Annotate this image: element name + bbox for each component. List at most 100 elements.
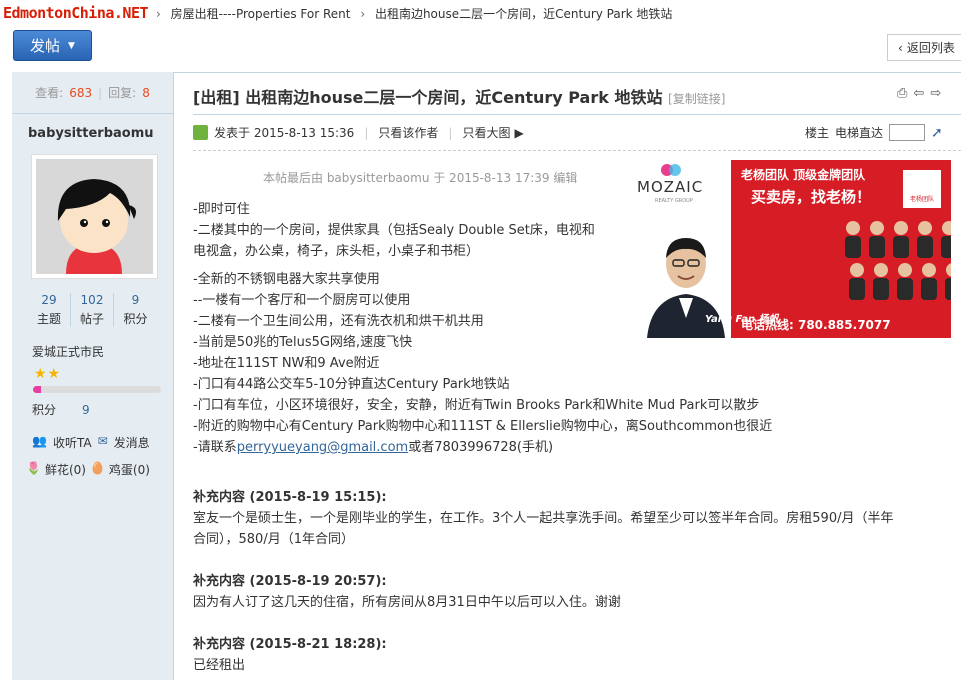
next-thread-icon[interactable]: ⇨ xyxy=(930,86,941,101)
site-logo[interactable]: EdmontonChina.NET xyxy=(3,4,149,22)
flowers-button[interactable]: 鲜花(0) xyxy=(45,461,86,478)
avatar-cartoon-icon xyxy=(36,159,153,274)
post-line: -二楼其中的一个房间，提供家具（包括Sealy Double Set床，电视和 xyxy=(193,223,595,238)
send-message-button[interactable]: 发消息 xyxy=(114,434,150,451)
author-credit: 积分 9 xyxy=(12,401,173,418)
author-actions: 👥 收听TA ✉ 发消息 xyxy=(12,434,173,451)
post-meta: 发表于 2015-8-13 15:36 | 只看该作者 | 只看大图 ▶ xyxy=(193,124,524,141)
views-count: 683 xyxy=(69,85,93,100)
supplement-header: 补充内容 (2015-8-19 20:57): xyxy=(193,574,387,589)
replies-label: 回复: xyxy=(108,86,137,100)
author-sidebar: 查看: 683 | 回复: 8 babysitterbaomu 29 主题 10… xyxy=(12,72,174,680)
posted-at: 发表于 2015-8-13 15:36 xyxy=(214,126,355,140)
stat-value: 29 xyxy=(41,293,57,307)
online-status-icon xyxy=(193,125,208,140)
breadcrumb-thread[interactable]: 出租南边house二层一个房间，近Century Park 地铁站 xyxy=(375,7,672,21)
floor-nav: 楼主 电梯直达 ➚ xyxy=(805,124,943,141)
message-icon: ✉ xyxy=(97,434,108,448)
previous-thread-icon[interactable]: ⇦ xyxy=(913,86,924,101)
post-body: -即时可住 -二楼其中的一个房间，提供家具（包括Sealy Double Set… xyxy=(193,199,773,458)
new-post-label: 发帖 xyxy=(30,37,61,55)
big-image-link[interactable]: 只看大图 xyxy=(462,124,510,141)
replies-count: 8 xyxy=(142,85,150,100)
supplement-header: 补充内容 (2015-8-19 15:15): xyxy=(193,490,387,505)
ad-brand-sub: REALTY GROUP xyxy=(655,198,693,204)
post-title-row: [出租] 出租南边house二层一个房间，近Century Park 地铁站 [… xyxy=(193,84,725,108)
author-stat-posts[interactable]: 102 帖子 xyxy=(71,293,114,327)
contact-email-link[interactable]: perryyueyang@gmail.com xyxy=(237,440,409,455)
supplement-text: 因为有人订了这几天的住宿，所有房间从8月31日中午以后可以入住。谢谢 xyxy=(193,595,621,610)
author-name[interactable]: babysitterbaomu xyxy=(12,114,173,154)
level-progress-fill xyxy=(33,386,41,393)
contact-line: -请联系perryyueyang@gmail.com或者7803996728(手… xyxy=(193,437,623,458)
stat-label: 积分 xyxy=(123,312,148,326)
follow-icon: 👥 xyxy=(32,434,47,448)
top-bar: EdmontonChina.NET › 房屋出租----Properties F… xyxy=(0,0,961,28)
follow-button[interactable]: 收听TA xyxy=(53,434,92,451)
eggs-button[interactable]: 鸡蛋(0) xyxy=(109,461,150,478)
copy-link-button[interactable]: [复制链接] xyxy=(668,92,725,106)
breadcrumb-forum[interactable]: 房屋出租----Properties For Rent xyxy=(171,7,351,21)
rank-stars-icon: ★★ xyxy=(34,366,62,382)
supplement-1: 补充内容 (2015-8-19 15:15): 室友一个是硕士生，一个是刚毕业的… xyxy=(193,487,953,550)
post-title: [出租] 出租南边house二层一个房间，近Century Park 地铁站 xyxy=(193,88,663,107)
team-photo-icon xyxy=(845,221,951,300)
chevron-down-icon: ▼ xyxy=(68,40,75,51)
post-content-area: [出租] 出租南边house二层一个房间，近Century Park 地铁站 [… xyxy=(175,72,961,680)
contact-suffix: 或者7803996728(手机) xyxy=(408,440,554,455)
supplement-3: 补充内容 (2015-8-21 18:28): 已经租出 xyxy=(193,634,953,676)
elevator-label: 电梯直达 xyxy=(835,126,884,140)
new-post-button[interactable]: 发帖 ▼ xyxy=(13,30,92,61)
credit-value: 9 xyxy=(82,403,90,417)
supplement-text: 已经租出 xyxy=(193,658,246,673)
ad-team-badge: 老杨团队 xyxy=(903,170,941,208)
breadcrumb-separator: › xyxy=(156,7,161,21)
ad-brand: MOZAIC xyxy=(637,178,704,196)
ad-banner[interactable]: MOZAIC REALTY GROUP 老杨团队 顶级金牌团队 买卖房，找老杨！… xyxy=(631,160,951,338)
post-line: -门口有44路公交车5-10分钟直达Century Park地铁站 xyxy=(193,377,510,392)
post-line: -全新的不锈钢电器大家共享使用 xyxy=(193,272,380,287)
ad-line-2: 买卖房，找老杨！ xyxy=(751,188,872,206)
flower-icon: 🌷 xyxy=(26,461,41,475)
author-stat-credits[interactable]: 9 积分 xyxy=(114,293,157,327)
post-line: -门口有车位，小区环境很好，安全，安静，附近有Twin Brooks Park和… xyxy=(193,398,760,413)
post-line: 电视盒，办公桌，椅子，床头柜，小桌子和书柜） xyxy=(193,244,480,259)
back-to-list-label: 返回列表 xyxy=(906,41,955,55)
author-stat-topics[interactable]: 29 主题 xyxy=(28,293,71,327)
author-stats: 29 主题 102 帖子 9 积分 xyxy=(12,293,173,327)
avatar[interactable] xyxy=(36,159,153,274)
breadcrumb: › 房屋出租----Properties For Rent › 出租南边hous… xyxy=(150,5,672,22)
go-icon[interactable]: ➚ xyxy=(931,125,943,141)
author-rank[interactable]: 爱城正式市民 xyxy=(12,343,173,360)
floor-jump-input[interactable] xyxy=(889,124,926,141)
stat-label: 帖子 xyxy=(79,312,104,326)
post-line: -即时可住 xyxy=(193,202,250,217)
stat-value: 102 xyxy=(80,293,104,307)
post-line: -附近的购物中心有Century Park购物中心和111ST & Ellers… xyxy=(193,419,773,434)
supplement-text: 合同），580/月（1年合同） xyxy=(193,532,354,547)
meta-dashed-divider xyxy=(193,150,961,151)
egg-icon: 🥚 xyxy=(89,461,105,475)
only-author-link[interactable]: 只看该作者 xyxy=(378,124,438,141)
post-line: -二楼有一个卫生间公用，还有洗衣机和烘干机共用 xyxy=(193,314,484,329)
post-line: --一楼有一个客厅和一个厨房可以使用 xyxy=(193,293,411,308)
title-tools: ⎙ ⇦ ⇨ xyxy=(897,86,941,101)
contact-prefix: -请联系 xyxy=(193,440,237,455)
supplement-2: 补充内容 (2015-8-19 20:57): 因为有人订了这几天的住宿，所有房… xyxy=(193,571,953,613)
level-progress-bar xyxy=(33,386,161,393)
print-icon[interactable]: ⎙ xyxy=(897,86,907,101)
post-line: -地址在111ST NW和9 Ave附近 xyxy=(193,356,380,371)
ad-phone: 电话热线: 780.885.7077 xyxy=(741,318,891,332)
avatar-frame[interactable] xyxy=(31,154,158,279)
back-to-list-button[interactable]: ‹ 返回列表 xyxy=(887,34,961,61)
thread-stats: 查看: 683 | 回复: 8 xyxy=(12,72,173,114)
breadcrumb-separator: › xyxy=(360,7,366,21)
stat-value: 9 xyxy=(131,293,140,307)
views-label: 查看: xyxy=(35,86,64,100)
title-divider xyxy=(193,114,961,115)
stats-divider: | xyxy=(98,85,103,100)
ad-line-1: 老杨团队 顶级金牌团队 xyxy=(741,168,866,182)
author-gifts: 🌷 鲜花(0) 🥚 鸡蛋(0) xyxy=(12,461,173,478)
meta-divider: | xyxy=(364,125,369,140)
